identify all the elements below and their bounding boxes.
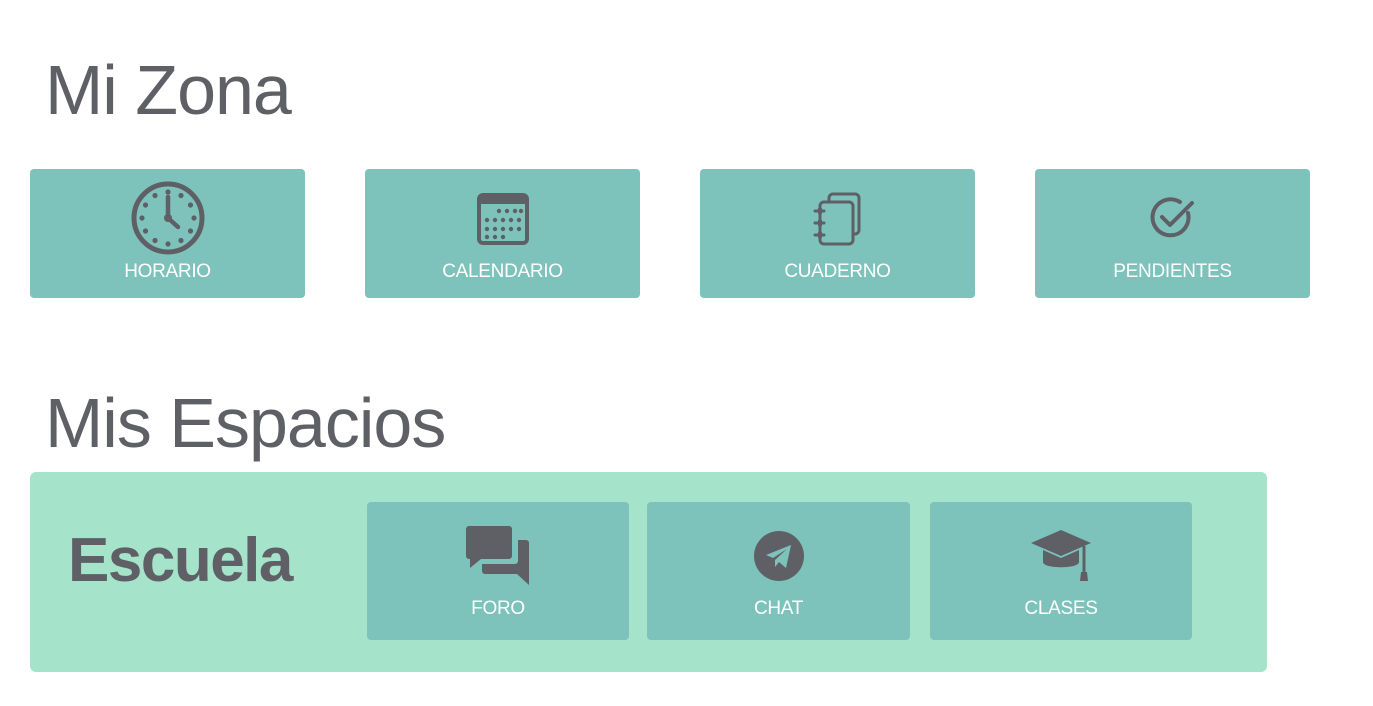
- section-title-mi-zona: Mi Zona: [45, 51, 292, 129]
- tile-label: HORARIO: [124, 261, 211, 282]
- page: Mi Zona HORARIO CALENDARIO CUADERNO PEND…: [0, 0, 1373, 706]
- tile-clases[interactable]: CLASES: [930, 502, 1192, 640]
- calendar-icon: [476, 193, 529, 245]
- tile-label: PENDIENTES: [1113, 261, 1232, 282]
- space-panel-escuela: Escuela FORO CHAT CLASES: [30, 472, 1267, 672]
- clock-icon: [131, 181, 204, 255]
- tile-horario[interactable]: HORARIO: [30, 169, 305, 298]
- tile-label: CUADERNO: [784, 261, 891, 282]
- tile-label: CHAT: [753, 598, 804, 619]
- space-name: Escuela: [68, 526, 293, 595]
- tile-label: FORO: [471, 598, 525, 619]
- tile-label: CALENDARIO: [442, 261, 563, 282]
- tile-foro[interactable]: FORO: [367, 502, 629, 640]
- notebook-icon: [813, 192, 860, 246]
- section-title-mis-espacios: Mis Espacios: [45, 384, 446, 462]
- telegram-icon: [753, 531, 804, 581]
- check-circle-icon: [1150, 197, 1194, 238]
- tile-label: CLASES: [1024, 598, 1098, 619]
- tile-cuaderno[interactable]: CUADERNO: [700, 169, 975, 298]
- forum-icon: [466, 526, 529, 585]
- tile-calendario[interactable]: CALENDARIO: [365, 169, 640, 298]
- graduation-cap-icon: [1031, 530, 1091, 581]
- tile-chat[interactable]: CHAT: [647, 502, 910, 640]
- tile-pendientes[interactable]: PENDIENTES: [1035, 169, 1310, 298]
